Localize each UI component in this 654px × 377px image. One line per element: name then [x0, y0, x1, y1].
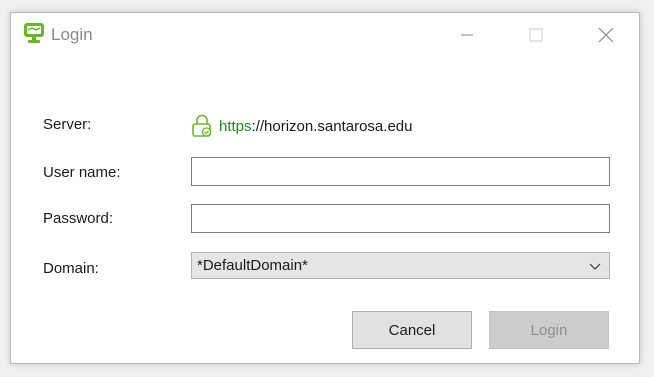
server-address: https://horizon.santarosa.edu [191, 114, 412, 138]
domain-label: Domain: [43, 260, 99, 277]
server-label: Server: [43, 116, 92, 133]
lock-icon [192, 114, 212, 137]
server-host: ://horizon.santarosa.edu [251, 117, 413, 135]
maximize-icon [529, 28, 543, 42]
login-dialog: Login Server: https://horizon.santarosa. [10, 12, 640, 364]
close-button[interactable] [583, 13, 629, 57]
server-scheme: https [219, 117, 252, 135]
maximize-button[interactable] [513, 13, 559, 57]
password-label: Password: [43, 210, 114, 227]
domain-selected-value: *DefaultDomain* [197, 257, 308, 274]
password-input[interactable] [191, 204, 610, 233]
horizon-app-icon [24, 23, 44, 43]
minimize-button[interactable] [444, 13, 490, 57]
cancel-button[interactable]: Cancel [352, 311, 472, 349]
domain-select[interactable]: *DefaultDomain* [191, 252, 610, 279]
close-icon [598, 27, 614, 43]
minimize-icon [461, 34, 473, 36]
username-input[interactable] [191, 157, 610, 186]
username-label: User name: [43, 164, 121, 181]
title-bar[interactable]: Login [11, 13, 639, 57]
login-button[interactable]: Login [489, 311, 609, 349]
window-title: Login [51, 25, 93, 44]
chevron-down-icon [589, 263, 601, 270]
